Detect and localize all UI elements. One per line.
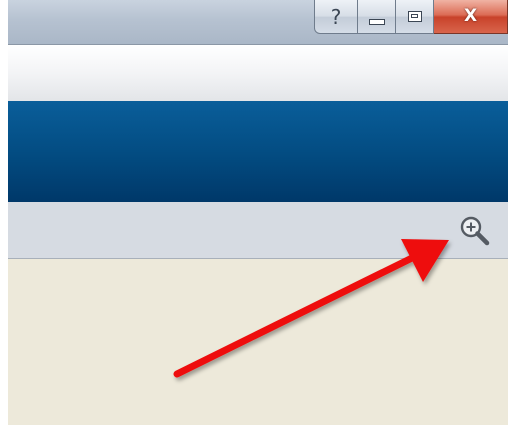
zoom-bar	[8, 202, 508, 259]
maximize-button[interactable]	[396, 0, 434, 34]
minimize-icon	[368, 18, 385, 25]
content-area	[8, 259, 508, 425]
caption-buttons: ? X	[314, 0, 508, 36]
minimize-button[interactable]	[358, 0, 396, 34]
app-window: ? X	[0, 0, 508, 425]
header-banner	[8, 101, 508, 202]
help-button[interactable]: ?	[314, 0, 358, 34]
zoom-in-icon[interactable]	[458, 214, 492, 248]
close-button[interactable]: X	[434, 0, 508, 34]
title-bar: ? X	[8, 0, 508, 45]
help-icon: ?	[330, 4, 342, 29]
close-icon: X	[463, 6, 478, 26]
toolbar-band	[8, 45, 508, 101]
maximize-icon	[407, 11, 422, 22]
